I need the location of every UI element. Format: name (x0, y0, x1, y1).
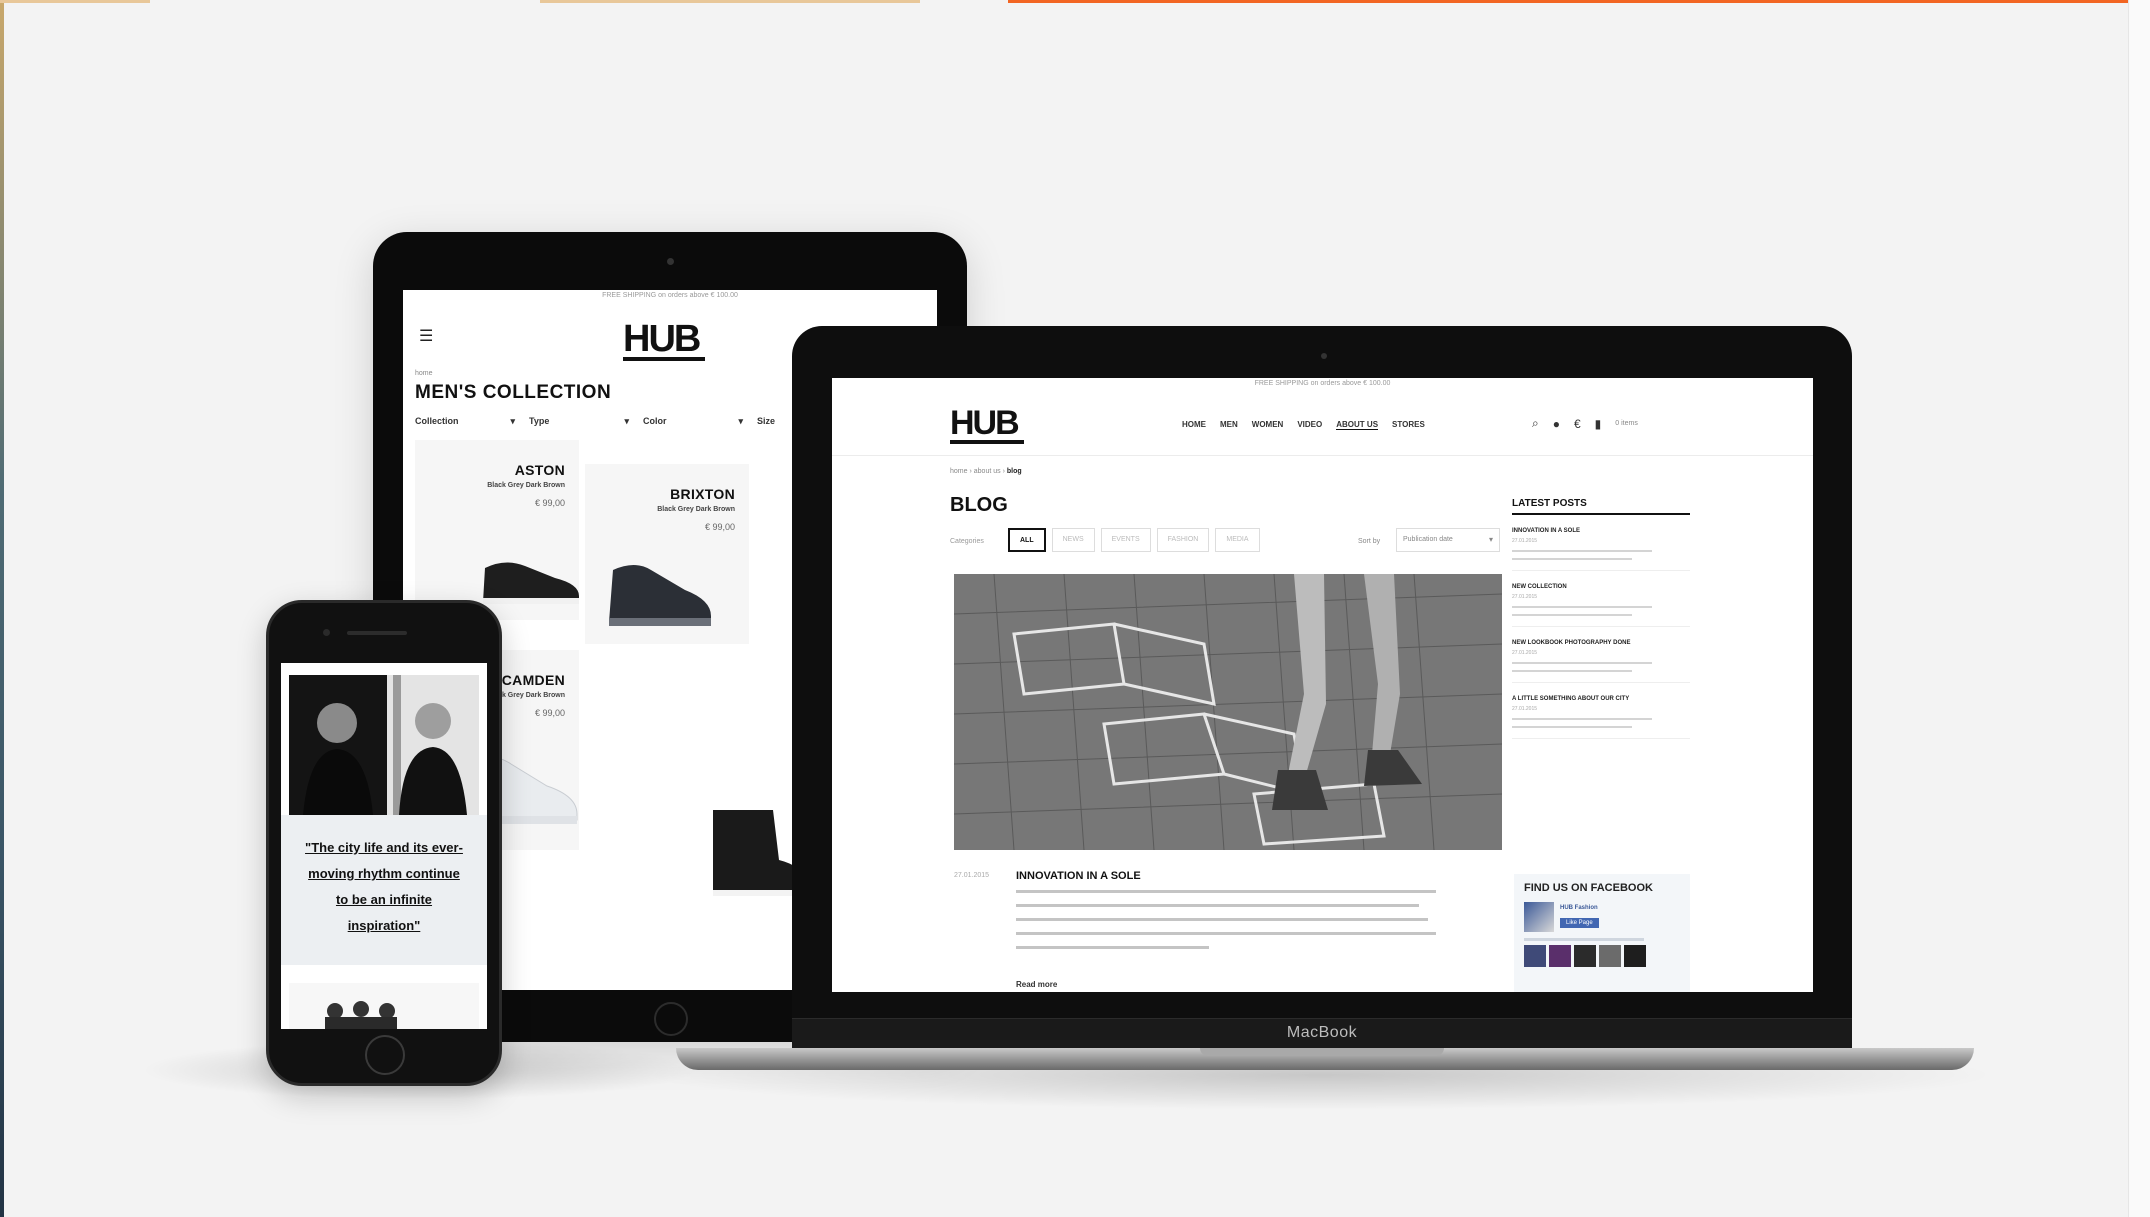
facebook-title: FIND US ON FACEBOOK (1524, 882, 1653, 894)
breadcrumb-about[interactable]: about us (974, 468, 1001, 475)
facebook-faces (1524, 945, 1680, 967)
category-events[interactable]: EVENTS (1100, 528, 1151, 552)
sidebar-post[interactable]: NEW COLLECTION 27.01.2015 (1512, 571, 1690, 627)
product-price: € 99,00 (534, 498, 565, 508)
facebook-widget: FIND US ON FACEBOOK HUB Fashion Like Pag… (1514, 874, 1690, 992)
category-filter: ALL NEWS EVENTS FASHION MEDIA (1008, 528, 1260, 552)
breadcrumb[interactable]: home (415, 370, 433, 377)
nav-stores[interactable]: STORES (1392, 420, 1425, 430)
product-colors: Black Grey Dark Brown (657, 506, 735, 513)
facebook-page-name[interactable]: HUB Fashion (1560, 905, 1599, 911)
top-accent-strip (1008, 0, 2128, 3)
sidebar-post[interactable]: NEW LOOKBOOK PHOTOGRAPHY DONE 27.01.2015 (1512, 627, 1690, 683)
product-name: BRIXTON (670, 486, 735, 502)
nav-about-us[interactable]: ABOUT US (1336, 420, 1379, 430)
cart-label[interactable]: 0 items (1615, 420, 1638, 427)
mockup-scene: FREE SHIPPING on orders above € 100.00 ☰… (0, 0, 2150, 1217)
site-header: HUB HOME MEN WOMEN VIDEO ABOUT US STORES… (832, 390, 1813, 456)
sidebar-post[interactable]: INNOVATION IN A SOLE 27.01.2015 (1512, 515, 1690, 571)
main-nav: HOME MEN WOMEN VIDEO ABOUT US STORES (1182, 420, 1425, 430)
category-label: Categories (950, 538, 984, 545)
header-icons: ⌕ ● € ▮ 0 items (1532, 416, 1638, 431)
nav-home[interactable]: HOME (1182, 420, 1206, 430)
breadcrumb-current: blog (1006, 468, 1022, 475)
next-section-preview (289, 983, 479, 1029)
top-edge-strip (0, 0, 150, 3)
product-card[interactable]: BRIXTON Black Grey Dark Brown € 99,00 (585, 464, 749, 644)
filter-color[interactable]: Color ▾ (643, 416, 757, 430)
facebook-page-thumb[interactable] (1524, 902, 1554, 932)
shoe-image (609, 565, 711, 626)
laptop-notch (1200, 1048, 1444, 1056)
post-date: 27.01.2015 (954, 872, 990, 879)
quote-text: "The city life and its ever-moving rhyth… (305, 840, 463, 933)
filter-collection[interactable]: Collection ▾ (415, 416, 529, 430)
phone-camera (323, 629, 330, 636)
category-media[interactable]: MEDIA (1215, 528, 1260, 552)
sidebar-post[interactable]: A LITTLE SOMETHING ABOUT OUR CITY 27.01.… (1512, 683, 1690, 739)
product-price: € 99,00 (534, 708, 565, 718)
product-colors: Black Grey Dark Brown (487, 482, 565, 489)
category-fashion[interactable]: FASHION (1156, 528, 1210, 552)
latest-posts-sidebar: LATEST POSTS INNOVATION IN A SOLE 27.01.… (1512, 498, 1690, 739)
laptop-brand-label: MacBook (1286, 1024, 1358, 1041)
hub-logo[interactable]: HUB (950, 404, 1024, 444)
product-card[interactable]: ASTON Black Grey Dark Brown € 99,00 (415, 440, 579, 620)
product-price: € 99,00 (704, 522, 735, 532)
bag-icon[interactable]: ▮ (1595, 417, 1602, 431)
nav-video[interactable]: VIDEO (1297, 420, 1322, 430)
right-edge-strip (2128, 0, 2150, 1217)
shipping-note: FREE SHIPPING on orders above € 100.00 (1254, 380, 1391, 387)
sort-select[interactable]: Publication date (1396, 528, 1500, 552)
read-more-link[interactable]: Read more (1016, 980, 1057, 989)
page-title: MEN'S COLLECTION (415, 382, 612, 403)
sort-label: Sort by (1358, 538, 1381, 545)
search-icon[interactable]: ⌕ (1532, 416, 1539, 431)
nav-women[interactable]: WOMEN (1252, 420, 1284, 430)
left-edge-strip (0, 0, 4, 1217)
facebook-like-button[interactable]: Like Page (1560, 918, 1599, 928)
euro-icon[interactable]: € (1574, 417, 1581, 431)
hub-logo[interactable]: HUB (623, 318, 706, 361)
tablet-camera (667, 258, 674, 265)
breadcrumb: home › about us › blog (950, 468, 1022, 475)
post-title[interactable]: INNOVATION IN A SOLE (1016, 870, 1141, 882)
phone-screen: "The city life and its ever-moving rhyth… (281, 663, 487, 1029)
portrait-image (289, 675, 479, 815)
models-photo[interactable] (289, 675, 479, 815)
nav-men[interactable]: MEN (1220, 420, 1238, 430)
page-title: BLOG (950, 494, 1008, 516)
category-all[interactable]: ALL (1008, 528, 1046, 552)
product-name: CAMDEN (501, 672, 565, 688)
hamburger-icon[interactable]: ☰ (419, 326, 433, 346)
tablet-home-button[interactable] (654, 1002, 688, 1036)
post-excerpt (1016, 890, 1436, 960)
phone-speaker (347, 631, 407, 635)
product-name: ASTON (514, 462, 565, 478)
shoe-image (483, 562, 579, 604)
group-photo (325, 1001, 397, 1029)
category-news[interactable]: NEWS (1051, 528, 1095, 552)
filter-type[interactable]: Type ▾ (529, 416, 643, 430)
phone-home-button[interactable] (365, 1035, 405, 1075)
sidebar-title: LATEST POSTS (1512, 498, 1690, 515)
laptop-camera (1321, 353, 1327, 359)
shipping-note: FREE SHIPPING on orders above € 100.00 (602, 292, 738, 299)
blog-hero-image[interactable] (954, 574, 1502, 850)
user-icon[interactable]: ● (1553, 417, 1560, 431)
phone-device: "The city life and its ever-moving rhyth… (266, 600, 502, 1086)
breadcrumb-home[interactable]: home (950, 468, 968, 475)
top-edge-strip (540, 0, 920, 3)
laptop-screen: FREE SHIPPING on orders above € 100.00 H… (832, 378, 1813, 992)
hopscotch-photo (954, 574, 1502, 850)
